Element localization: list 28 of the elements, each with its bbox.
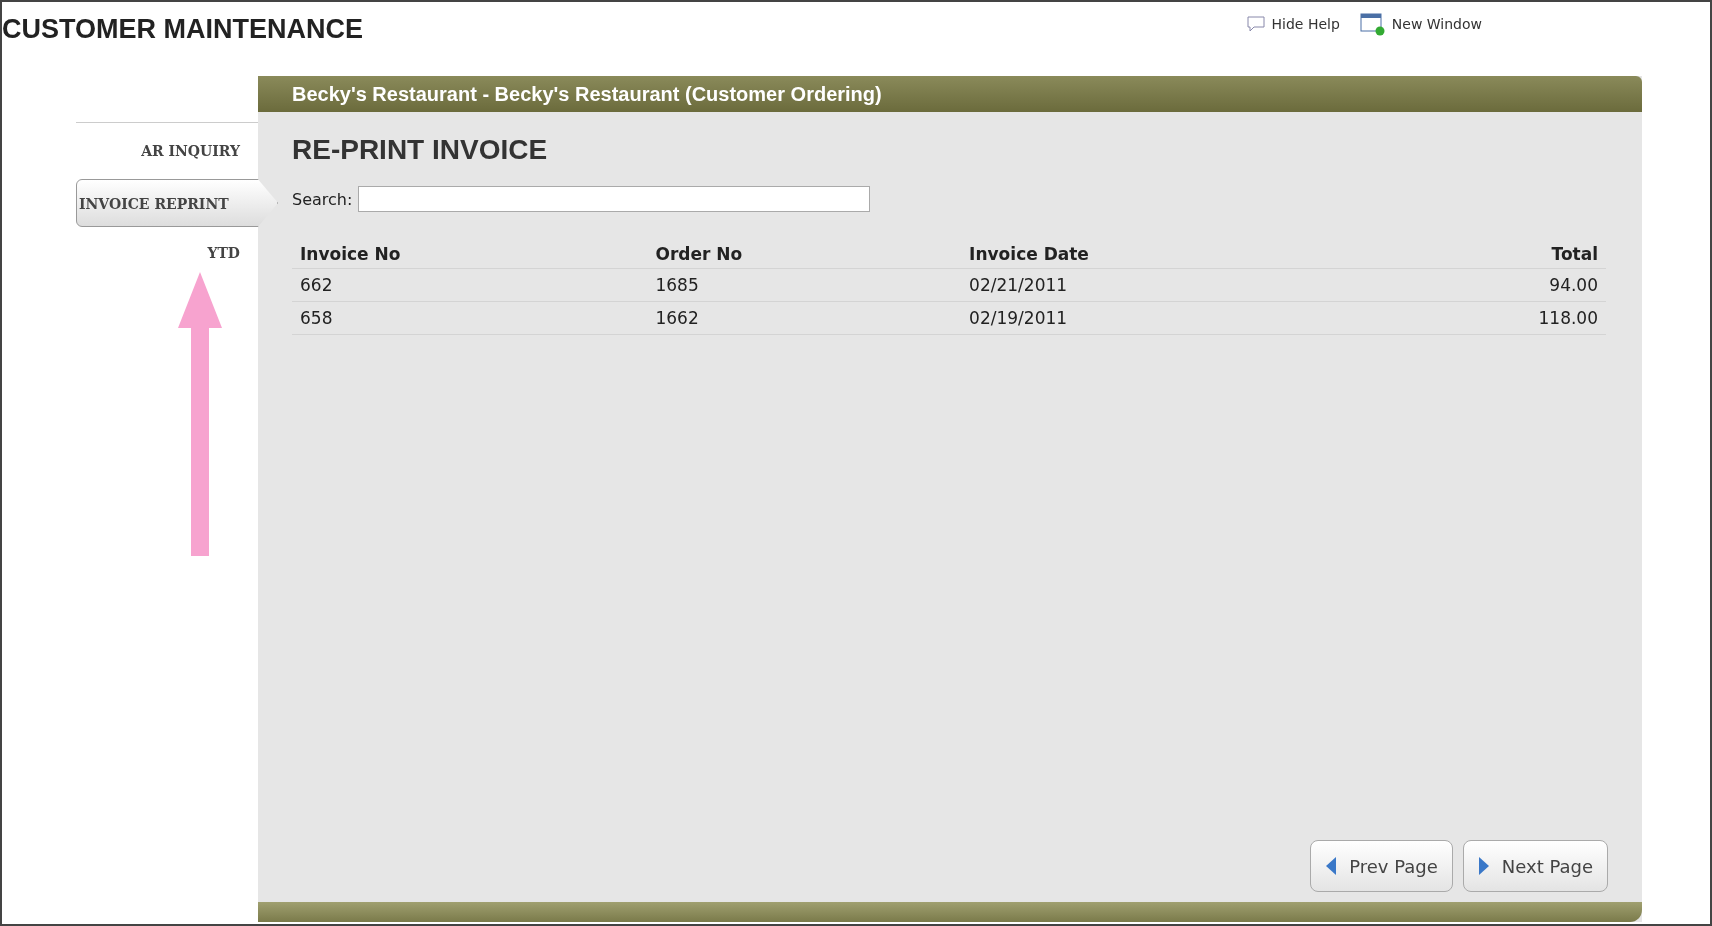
table-cell: 1685 — [647, 268, 962, 302]
right-triangle-icon — [1477, 856, 1490, 876]
search-field[interactable] — [358, 186, 871, 212]
table-cell: 658 — [292, 301, 648, 335]
column-header: Total — [1375, 240, 1606, 269]
window-icon — [1359, 12, 1386, 36]
sidebar-item[interactable]: YTD — [76, 237, 258, 269]
table-cell: 118.00 — [1375, 301, 1606, 335]
search-label: Search: — [292, 189, 353, 209]
next-page-button[interactable]: Next Page — [1462, 840, 1608, 892]
column-header: Invoice Date — [961, 240, 1376, 269]
table-cell: 02/19/2011 — [961, 301, 1376, 335]
page-title: CUSTOMER MAINTENANCE — [2, 14, 363, 45]
speech-bubble-icon — [1245, 15, 1266, 33]
table-cell: 02/21/2011 — [961, 268, 1376, 302]
sidebar-item[interactable]: AR INQUIRY — [76, 135, 258, 167]
column-header: Invoice No — [292, 240, 648, 269]
sidebar-item[interactable]: INVOICE REPRINT — [76, 179, 278, 227]
table-cell: 1662 — [647, 301, 962, 335]
table-cell: 94.00 — [1375, 268, 1606, 302]
table-cell: 662 — [292, 268, 648, 302]
help-link[interactable]: Hide Help — [1245, 12, 1340, 36]
prev-page-button[interactable]: Prev Page — [1310, 840, 1453, 892]
left-triangle-icon — [1325, 856, 1338, 876]
column-header: Order No — [647, 240, 962, 269]
section-title: RE-PRINT INVOICE — [292, 134, 549, 166]
panel-header: Becky's Restaurant - Becky's Restaurant (Customer Ordering) — [258, 76, 1642, 112]
window-link[interactable]: New Window — [1359, 12, 1482, 36]
